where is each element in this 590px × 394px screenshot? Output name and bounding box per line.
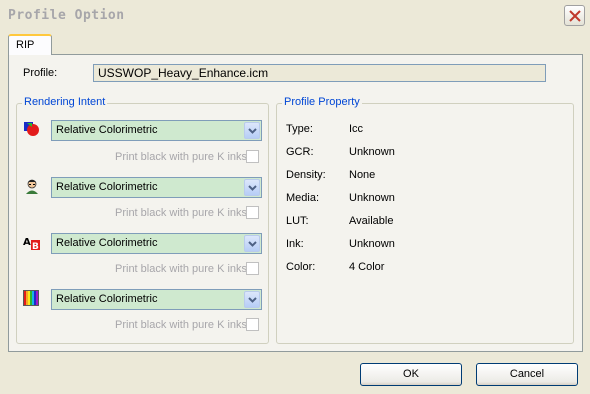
profile-property-group: [276, 103, 574, 344]
pure-k-checkbox-3[interactable]: [246, 262, 259, 275]
property-value-type: Icc: [349, 123, 364, 135]
title-bar: Profile Option: [0, 0, 590, 31]
property-value-lut: Available: [349, 215, 394, 227]
color-circles-icon: [23, 121, 41, 137]
dropdown-arrow[interactable]: [244, 179, 260, 196]
select-value: Relative Colorimetric: [56, 181, 158, 193]
property-key-media: Media:: [286, 192, 320, 204]
chevron-down-icon: [248, 185, 257, 191]
select-value: Relative Colorimetric: [56, 124, 158, 136]
property-value-density: None: [349, 169, 376, 181]
svg-text:A: A: [23, 237, 31, 248]
property-value-ink: Unknown: [349, 238, 395, 250]
chevron-down-icon: [248, 128, 257, 134]
close-icon: [569, 10, 581, 22]
property-key-gcr: GCR:: [286, 146, 314, 158]
pure-k-label-3: Print black with pure K inks: [115, 263, 248, 275]
text-ab-icon: AB: [23, 235, 41, 252]
property-key-color: Color:: [286, 261, 316, 273]
profile-property-title: Profile Property: [282, 96, 362, 108]
dropdown-arrow[interactable]: [244, 291, 260, 308]
ok-button[interactable]: OK: [360, 363, 462, 386]
profile-value: USSWOP_Heavy_Enhance.icm: [98, 66, 269, 80]
profile-label: Profile:: [23, 67, 58, 79]
pure-k-label-2: Print black with pure K inks: [115, 207, 248, 219]
rendering-intent-select-4[interactable]: Relative Colorimetric: [51, 289, 262, 310]
property-value-media: Unknown: [349, 192, 395, 204]
cancel-button[interactable]: Cancel: [476, 363, 578, 386]
property-value-gcr: Unknown: [349, 146, 395, 158]
tab-label: RIP: [16, 39, 35, 51]
pure-k-label-4: Print black with pure K inks: [115, 319, 248, 331]
pure-k-checkbox-1[interactable]: [246, 150, 259, 163]
chevron-down-icon: [248, 297, 257, 303]
pure-k-label-1: Print black with pure K inks: [115, 151, 248, 163]
property-value-color: 4 Color: [349, 261, 385, 273]
rendering-intent-title: Rendering Intent: [22, 96, 108, 108]
property-key-ink: Ink:: [286, 238, 304, 250]
dropdown-arrow[interactable]: [244, 235, 260, 252]
tab-rip[interactable]: RIP: [8, 34, 52, 55]
pure-k-checkbox-2[interactable]: [246, 206, 259, 219]
window-title: Profile Option: [8, 8, 125, 23]
dropdown-arrow[interactable]: [244, 122, 260, 139]
property-key-type: Type:: [286, 123, 313, 135]
color-bars-icon: [23, 290, 41, 306]
rendering-intent-select-2[interactable]: Relative Colorimetric: [51, 177, 262, 198]
chevron-down-icon: [248, 241, 257, 247]
select-value: Relative Colorimetric: [56, 237, 158, 249]
select-value: Relative Colorimetric: [56, 293, 158, 305]
close-button[interactable]: [564, 5, 585, 26]
property-key-lut: LUT:: [286, 215, 309, 227]
rendering-intent-select-3[interactable]: Relative Colorimetric: [51, 233, 262, 254]
svg-text:B: B: [32, 242, 39, 251]
rendering-intent-select-1[interactable]: Relative Colorimetric: [51, 120, 262, 141]
portrait-icon: [23, 178, 41, 194]
property-key-density: Density:: [286, 169, 326, 181]
profile-field: USSWOP_Heavy_Enhance.icm: [93, 64, 546, 82]
pure-k-checkbox-4[interactable]: [246, 318, 259, 331]
